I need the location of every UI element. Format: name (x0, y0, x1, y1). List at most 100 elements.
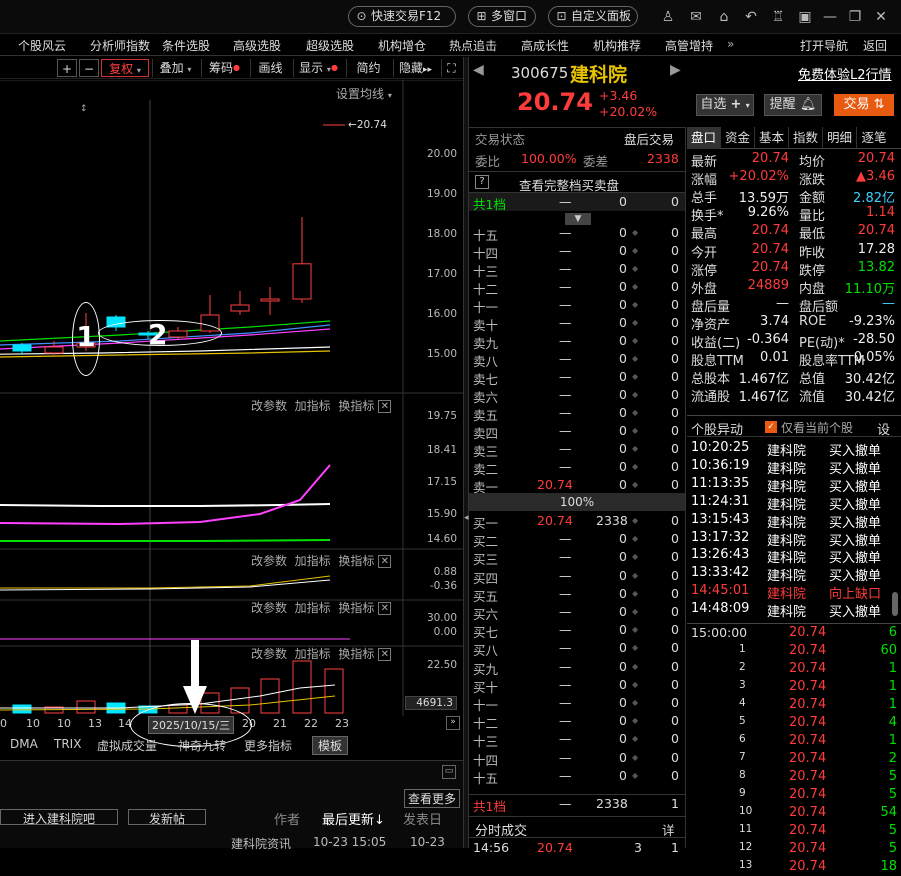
tab-more-indicators[interactable]: 更多指标 (244, 737, 292, 754)
menu-item[interactable]: 分析师指数 (90, 37, 150, 54)
buy-level-row[interactable]: 十二 —0 ◆ 0 (469, 712, 685, 731)
kline-chart[interactable] (0, 80, 463, 720)
close-icon[interactable]: ✕ (872, 8, 890, 26)
menu-more-icon[interactable]: » (727, 37, 734, 51)
display-button[interactable]: 显示 ▾● (293, 59, 343, 77)
view-more-button[interactable]: 查看更多 (404, 789, 461, 808)
menu-item[interactable]: 高管增持 (665, 37, 713, 54)
sell-level-row[interactable]: 十二 —0 ◆ 0 (469, 278, 685, 297)
sell-level-row[interactable]: 卖五 —0 ◆ 0 (469, 404, 685, 423)
alert-row[interactable]: 11:13:35 建科院 买入撤单 (689, 475, 889, 495)
alert-row[interactable]: 13:33:42 建科院 买入撤单 (689, 564, 889, 584)
edit-params-button[interactable]: 改参数 (251, 647, 287, 661)
minimize-icon[interactable]: — (821, 8, 839, 26)
sell-level-row[interactable]: 卖十 —0 ◆ 0 (469, 314, 685, 333)
zoom-out-button[interactable]: − (79, 59, 99, 77)
buy-level-row[interactable]: 十一 —0 ◆ 0 (469, 694, 685, 713)
home-icon[interactable]: ⌂ (715, 8, 733, 26)
menu-item[interactable]: 热点追击 (449, 37, 497, 54)
sell-level-row[interactable]: 卖一 20.74 0 ◆ 0 (469, 476, 685, 495)
sell-level-row[interactable]: 卖四 —0 ◆ 0 (469, 422, 685, 441)
menu-item[interactable]: 打开导航 (800, 37, 848, 54)
buy-level-row[interactable]: 买八 —0 ◆ 0 (469, 639, 685, 658)
add-indicator-button[interactable]: 加指标 (295, 601, 331, 615)
menu-item[interactable]: 机构增仓 (378, 37, 426, 54)
edit-params-button[interactable]: 改参数 (251, 601, 287, 615)
switch-indicator-button[interactable]: 换指标 (338, 399, 374, 413)
tab-virtual-volume[interactable]: 虚拟成交量 (97, 737, 157, 754)
switch-indicator-button[interactable]: 换指标 (338, 554, 374, 568)
buy-level-row[interactable]: 十五 —0 ◆ 0 (469, 767, 685, 786)
overlay-button[interactable]: 叠加 ▾ (152, 59, 198, 77)
alert-row[interactable]: 14:45:01 建科院 向上缺口 (689, 582, 889, 602)
skin-icon[interactable]: ▣ (796, 8, 814, 26)
draw-line-button[interactable]: 画线 (250, 59, 290, 77)
only-current-checkbox[interactable]: ✓ (765, 421, 777, 433)
simple-button[interactable]: 简约 (346, 59, 390, 77)
menu-item[interactable]: 条件选股 (162, 37, 210, 54)
buy-level-row[interactable]: 买三 —0 ◆ 0 (469, 548, 685, 567)
user-icon[interactable]: ♙ (659, 8, 677, 26)
post-date-column[interactable]: 发表日 (403, 809, 442, 828)
edit-params-button[interactable]: 改参数 (251, 554, 287, 568)
buy-level-row[interactable]: 十三 —0 ◆ 0 (469, 730, 685, 749)
chip-button[interactable]: 筹码● (201, 59, 247, 77)
l2-trial-link[interactable]: 免费体验L2行情 (798, 64, 892, 83)
trade-button[interactable]: 交易 ⇅ (834, 94, 894, 116)
alert-row[interactable]: 14:48:09 建科院 买入撤单 (689, 600, 889, 620)
prev-stock-icon[interactable]: ◀ (473, 62, 484, 78)
new-post-button[interactable]: 发新帖 (128, 809, 206, 826)
sell-level-row[interactable]: 卖三 —0 ◆ 0 (469, 440, 685, 459)
sell-level-row[interactable]: 卖六 —0 ◆ 0 (469, 386, 685, 405)
switch-indicator-button[interactable]: 换指标 (338, 647, 374, 661)
quick-trade-button[interactable]: ⊙ 快速交易F12 (348, 6, 456, 27)
tab-handicap[interactable]: 盘口 (687, 127, 721, 149)
tab-template[interactable]: 模板 (312, 736, 349, 755)
mail-icon[interactable]: ✉ (687, 8, 705, 26)
tab-detail[interactable]: 明细 (823, 127, 857, 149)
sell-level-row[interactable]: 十三 —0 ◆ 0 (469, 260, 685, 279)
tab-trix[interactable]: TRIX (54, 737, 81, 751)
close-icon[interactable]: ✕ (378, 400, 392, 413)
buy-level-row[interactable]: 买四 —0 ◆ 0 (469, 567, 685, 586)
sell-level-row[interactable]: 卖八 —0 ◆ 0 (469, 350, 685, 369)
zoom-in-button[interactable]: + (57, 59, 77, 77)
add-indicator-button[interactable]: 加指标 (295, 399, 331, 413)
menu-item[interactable]: 超级选股 (306, 37, 354, 54)
buy-level-row[interactable]: 买五 —0 ◆ 0 (469, 585, 685, 604)
menu-item[interactable]: 返回 (863, 37, 887, 54)
sell-level-row[interactable]: 十四 —0 ◆ 0 (469, 242, 685, 261)
tab-dma[interactable]: DMA (10, 737, 38, 751)
alert-row[interactable]: 13:17:32 建科院 买入撤单 (689, 529, 889, 549)
collapse-arrow-icon[interactable]: ◂ (464, 513, 469, 523)
close-icon[interactable]: ✕ (378, 602, 392, 615)
last-update-column[interactable]: 最后更新↓ (322, 809, 385, 828)
tab-funds[interactable]: 资金 (721, 127, 755, 149)
sell-level-row[interactable]: 卖七 —0 ◆ 0 (469, 368, 685, 387)
alerts-settings-button[interactable]: 设 (877, 419, 890, 438)
menu-item[interactable]: 机构推荐 (593, 37, 641, 54)
set-ma-button[interactable]: 设置均线 ▾ (336, 85, 392, 102)
news-title[interactable]: 建科院资讯 (231, 835, 291, 852)
buy-level-row[interactable]: 买十 —0 ◆ 0 (469, 676, 685, 695)
sell-level-row[interactable]: 十五 —0 ◆ 0 (469, 224, 685, 243)
expand-icon[interactable]: ⛶ (441, 59, 461, 77)
fq-button[interactable]: 复权 ▾ (101, 59, 149, 77)
close-icon[interactable]: ✕ (378, 555, 392, 568)
tick-details-button[interactable]: 详 (662, 820, 675, 839)
view-full-book-button[interactable]: ? 查看完整档买卖盘 (469, 171, 685, 193)
add-indicator-button[interactable]: 加指标 (295, 647, 331, 661)
shirt-icon[interactable]: ♖ (769, 8, 787, 26)
watchlist-button[interactable]: 自选 + ▾ (696, 94, 754, 116)
author-column[interactable]: 作者 (274, 809, 300, 828)
sell-level-row[interactable]: 卖二 —0 ◆ 0 (469, 458, 685, 477)
drag-handle-icon[interactable]: ↕ (80, 104, 88, 114)
add-indicator-button[interactable]: 加指标 (295, 554, 331, 568)
buy-level-row[interactable]: 买九 —0 ◆ 0 (469, 658, 685, 677)
restore-icon[interactable]: ❐ (846, 8, 864, 26)
custom-panel-button[interactable]: ⊡ 自定义面板 (548, 6, 638, 27)
tab-index[interactable]: 指数 (789, 127, 823, 149)
tab-basics[interactable]: 基本 (755, 127, 789, 149)
undo-icon[interactable]: ↶ (742, 8, 760, 26)
sell-level-row[interactable]: 卖九 —0 ◆ 0 (469, 332, 685, 351)
